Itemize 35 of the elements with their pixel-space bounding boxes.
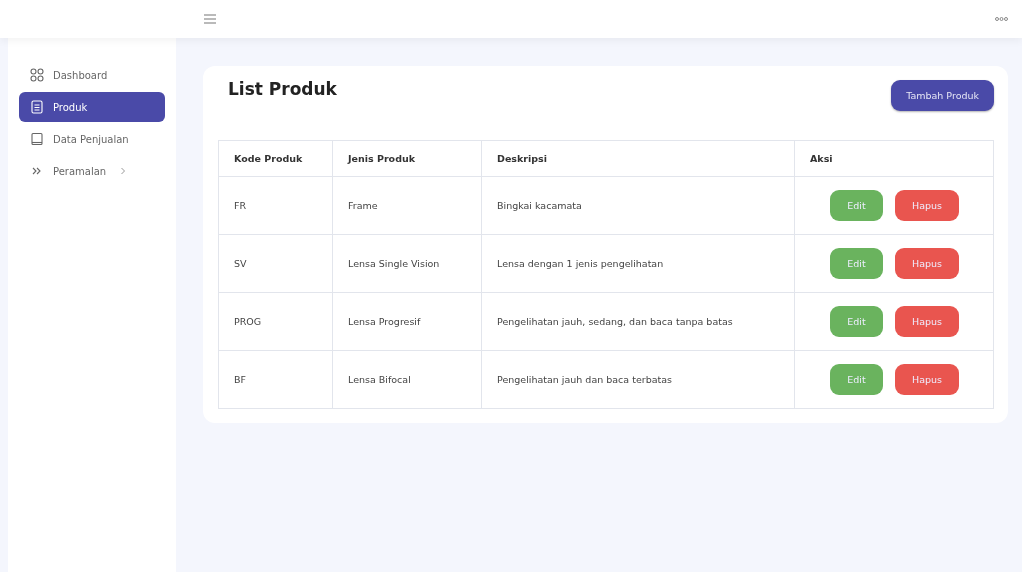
table-cell: Bingkai kacamata: [481, 176, 795, 235]
sidebar-item[interactable]: Peramalan: [19, 156, 165, 186]
edit-button[interactable]: Edit: [830, 190, 883, 221]
table-cell: Lensa Single Vision: [332, 234, 482, 293]
grid-icon: [30, 68, 44, 82]
sidebar-item[interactable]: Produk: [19, 92, 165, 122]
table-cell: Frame: [332, 176, 482, 235]
table-cell: Pengelihatan jauh dan baca terbatas: [481, 350, 795, 409]
more-icon[interactable]: [995, 17, 1008, 21]
add-product-button[interactable]: Tambah Produk: [891, 80, 994, 111]
sidebar-item[interactable]: Data Penjualan: [19, 124, 165, 154]
sidebar-item[interactable]: Dashboard: [19, 60, 165, 90]
column-header: Jenis Produk: [332, 140, 482, 177]
edit-button[interactable]: Edit: [830, 248, 883, 279]
table-cell: BF: [218, 350, 333, 409]
column-header: Aksi: [794, 140, 994, 177]
table-cell: FR: [218, 176, 333, 235]
book-icon: [30, 132, 44, 146]
table-cell: Pengelihatan jauh, sedang, dan baca tanpa batas: [481, 292, 795, 351]
document-icon: [30, 100, 44, 114]
column-header: Deskripsi: [481, 140, 795, 177]
delete-button[interactable]: Hapus: [895, 248, 959, 279]
delete-button[interactable]: Hapus: [895, 190, 959, 221]
delete-button[interactable]: Hapus: [895, 364, 959, 395]
edit-button[interactable]: Edit: [830, 364, 883, 395]
table-cell: PROG: [218, 292, 333, 351]
edit-button[interactable]: Edit: [830, 306, 883, 337]
table-cell: SV: [218, 234, 333, 293]
delete-button[interactable]: Hapus: [895, 306, 959, 337]
column-header: Kode Produk: [218, 140, 333, 177]
page-title: List Produk: [228, 78, 337, 99]
table-cell: Lensa Bifocal: [332, 350, 482, 409]
menu-icon[interactable]: [204, 14, 216, 24]
table-cell: Lensa dengan 1 jenis pengelihatan: [481, 234, 795, 293]
table-cell: Lensa Progresif: [332, 292, 482, 351]
